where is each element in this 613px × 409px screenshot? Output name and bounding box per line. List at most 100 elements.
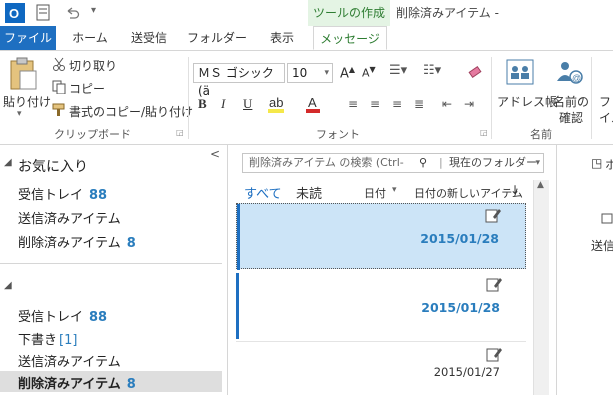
tab-message[interactable]: メッセージ: [313, 26, 387, 50]
folder-drafts-label: 下書き: [18, 333, 58, 348]
window-title: 削除済みアイテム -: [396, 6, 499, 20]
paste-dropdown-icon[interactable]: ▾: [17, 109, 22, 119]
message-item-selected[interactable]: 2015/01/28: [236, 203, 526, 270]
message-item[interactable]: 2015/01/27: [236, 343, 526, 409]
search-input[interactable]: 削除済みアイテム の検索 (Ctrl-: [249, 156, 404, 169]
favorite-deleted-count: 8: [126, 236, 136, 251]
quick-access-icon[interactable]: [35, 4, 51, 22]
svg-text:O: O: [9, 6, 19, 21]
align-right-icon[interactable]: ≡: [392, 97, 402, 111]
folder-inbox-count: 88: [89, 310, 108, 325]
folder-pane: ◢ お気に入り < 受信トレイ 88 送信済みアイテム 削除済みアイテム 8 ◢ 受…: [0, 145, 228, 395]
search-scope-dropdown-icon[interactable]: ▾: [535, 154, 540, 172]
qat-dropdown-icon[interactable]: ▾: [91, 5, 96, 16]
folder-sent[interactable]: 送信済みアイテム: [18, 351, 121, 370]
cut-button[interactable]: 切り取り: [69, 57, 117, 74]
ribbon-tabs: ファイル ホーム 送受信 フォルダー 表示 メッセージ: [0, 26, 613, 51]
favorite-sent[interactable]: 送信済みアイテム: [18, 208, 121, 227]
names-group-label: 名前: [530, 128, 552, 141]
send-icon: [601, 213, 613, 224]
bullets-icon[interactable]: ☰▾: [389, 63, 407, 78]
tab-view[interactable]: 表示: [262, 26, 302, 50]
send-button-partial[interactable]: 送信: [591, 237, 613, 254]
message-item[interactable]: 2015/01/28: [236, 273, 526, 339]
font-size-dropdown-icon[interactable]: ▾: [324, 64, 329, 82]
sort-order[interactable]: 日付の新しいアイテム: [414, 185, 523, 201]
favorites-header[interactable]: お気に入り: [18, 156, 88, 176]
undo-icon[interactable]: [64, 5, 80, 21]
attach-file-button-partial[interactable]: ファ: [599, 93, 613, 110]
favorite-inbox[interactable]: 受信トレイ 88: [18, 184, 107, 203]
font-group-label: フォント: [316, 128, 360, 141]
copy-button[interactable]: コピー: [69, 80, 105, 97]
clipboard-launcher-icon[interactable]: ◲: [176, 128, 184, 137]
underline-button[interactable]: U: [243, 96, 252, 112]
scissors-icon: [53, 57, 65, 71]
favorite-inbox-label: 受信トレイ: [18, 188, 84, 203]
folder-drafts-count: [1]: [59, 333, 78, 348]
check-names-icon: @: [557, 62, 583, 84]
justify-icon[interactable]: ≣: [414, 97, 424, 111]
scroll-up-icon[interactable]: ▲: [537, 180, 544, 190]
svg-text:@: @: [572, 73, 581, 83]
attach-file-button-partial-line2[interactable]: イル: [599, 109, 613, 126]
reading-pane-top-icon[interactable]: ◳: [591, 156, 602, 170]
font-size-value: 10: [292, 66, 308, 80]
reading-pane: ◳ ホ 送信: [556, 145, 613, 395]
numbering-icon[interactable]: ☷▾: [423, 63, 441, 78]
context-tab-compose-tools: ツールの作成: [308, 0, 390, 26]
tab-send-receive[interactable]: 送受信: [124, 26, 174, 50]
check-names-line1[interactable]: 名前の: [553, 93, 589, 110]
folder-inbox-label: 受信トレイ: [18, 310, 84, 325]
decrease-indent-icon[interactable]: ⇤: [442, 97, 452, 111]
font-name-combo[interactable]: ＭＳ ゴシック (ä: [193, 63, 285, 98]
font-size-combo[interactable]: 10 ▾: [287, 63, 333, 83]
minimize-pane-icon[interactable]: <: [210, 147, 220, 161]
paste-button[interactable]: 貼り付け: [3, 93, 51, 110]
tab-file[interactable]: ファイル: [0, 26, 56, 50]
tab-folder[interactable]: フォルダー: [186, 26, 248, 50]
italic-button[interactable]: I: [221, 96, 225, 112]
sort-by-dropdown-icon[interactable]: ▾: [392, 185, 397, 195]
folder-deleted-label: 削除済みアイテム: [18, 377, 121, 392]
folder-inbox[interactable]: 受信トレイ 88: [18, 306, 107, 325]
paste-icon[interactable]: [8, 57, 38, 91]
increase-indent-icon[interactable]: ⇥: [464, 97, 474, 111]
search-box[interactable]: 削除済みアイテム の検索 (Ctrl- ⚲ | 現在のフォルダー ▾: [242, 153, 544, 173]
divider: [0, 263, 222, 264]
outlook-logo-icon[interactable]: O: [5, 3, 25, 23]
message-list-scrollbar[interactable]: ▲: [533, 180, 549, 395]
shrink-font-icon[interactable]: A▼: [362, 65, 376, 80]
format-painter-button[interactable]: 書式のコピー/貼り付け: [69, 103, 193, 120]
divider: [591, 57, 592, 139]
favorite-deleted[interactable]: 削除済みアイテム 8: [18, 232, 136, 251]
folder-deleted[interactable]: 削除済みアイテム 8: [18, 373, 136, 392]
filter-unread[interactable]: 未読: [296, 183, 322, 202]
search-scope[interactable]: 現在のフォルダー: [449, 154, 537, 172]
highlight-icon[interactable]: ab: [268, 95, 290, 113]
draft-edit-icon: [485, 209, 501, 223]
tab-home[interactable]: ホーム: [66, 26, 114, 50]
align-center-icon[interactable]: ≡: [370, 97, 380, 111]
divider: [188, 57, 189, 139]
sort-direction-icon[interactable]: ↓: [510, 183, 520, 197]
message-date: 2015/01/28: [420, 231, 499, 246]
draft-edit-icon: [486, 348, 502, 362]
favorite-sent-label: 送信済みアイテム: [18, 212, 121, 227]
folder-drafts[interactable]: 下書き [1]: [18, 329, 77, 348]
copy-icon: [52, 80, 66, 94]
sort-by[interactable]: 日付: [364, 185, 386, 201]
filter-all[interactable]: すべて: [244, 183, 282, 202]
clear-formatting-icon[interactable]: [467, 64, 483, 80]
svg-text:A: A: [308, 95, 317, 110]
align-left-icon[interactable]: ≡: [348, 97, 358, 111]
collapse-icon[interactable]: ◢: [4, 157, 12, 168]
font-launcher-icon[interactable]: ◲: [480, 128, 488, 137]
bold-button[interactable]: B: [198, 96, 207, 112]
account-collapse-icon[interactable]: ◢: [4, 280, 12, 291]
address-book-button[interactable]: アドレス帳: [497, 93, 557, 110]
grow-font-icon[interactable]: A▲: [340, 65, 355, 81]
check-names-line2[interactable]: 確認: [559, 109, 583, 126]
font-color-icon[interactable]: A: [306, 95, 328, 113]
search-icon[interactable]: ⚲: [419, 154, 427, 172]
